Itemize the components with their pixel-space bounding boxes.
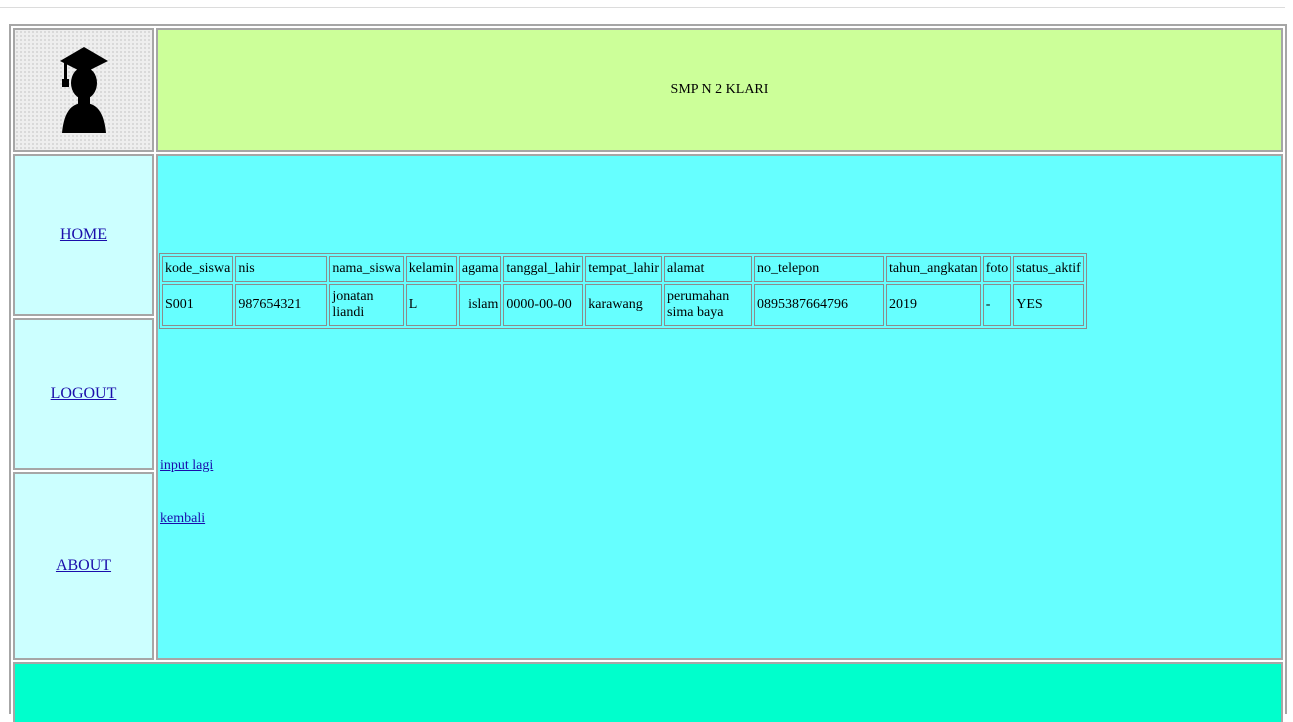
- nav-home-cell: HOME: [13, 154, 154, 316]
- column-header: kelamin: [405, 256, 457, 282]
- column-header: nama_siswa: [329, 256, 404, 282]
- column-header: tahun_angkatan: [886, 256, 981, 282]
- table-cell: 0000-00-00: [503, 284, 584, 326]
- column-header: foto: [982, 256, 1012, 282]
- table-cell: -: [982, 284, 1012, 326]
- school-title: SMP N 2 KLARI: [670, 82, 769, 97]
- nav-about-cell: ABOUT: [13, 472, 154, 660]
- table-cell: 987654321: [235, 284, 328, 326]
- home-link[interactable]: HOME: [60, 226, 107, 244]
- table-cell: L: [405, 284, 457, 326]
- about-link[interactable]: ABOUT: [56, 557, 111, 575]
- content-cell: kode_siswa nis nama_siswa kelamin agama …: [156, 154, 1283, 660]
- back-link[interactable]: kembali: [160, 511, 205, 527]
- column-header: nis: [235, 256, 328, 282]
- column-header: alamat: [664, 256, 753, 282]
- table-cell: YES: [1013, 284, 1084, 326]
- column-header: agama: [458, 256, 502, 282]
- column-header: tanggal_lahir: [503, 256, 584, 282]
- table-cell: karawang: [585, 284, 663, 326]
- column-header: status_aktif: [1013, 256, 1084, 282]
- page-layout-table: SMP N 2 KLARI HOME LOGOUT ABOUT kode_sis…: [9, 24, 1287, 722]
- table-cell: 2019: [886, 284, 981, 326]
- table-cell: S001: [162, 284, 234, 326]
- logout-link[interactable]: LOGOUT: [51, 385, 117, 403]
- column-header: no_telepon: [754, 256, 885, 282]
- input-again-link[interactable]: input lagi: [160, 458, 213, 474]
- header-cell: SMP N 2 KLARI: [156, 28, 1283, 152]
- table-header-row: kode_siswa nis nama_siswa kelamin agama …: [162, 256, 1084, 282]
- column-header: tempat_lahir: [585, 256, 663, 282]
- top-divider: [0, 7, 1285, 8]
- graduate-silhouette-icon: [59, 47, 108, 133]
- table-cell: perumahan sima baya: [664, 284, 753, 326]
- table-cell: jonatan liandi: [329, 284, 404, 326]
- logo-cell: [13, 28, 154, 152]
- table-cell: 0895387664796: [754, 284, 885, 326]
- nav-logout-cell: LOGOUT: [13, 318, 154, 470]
- footer-cell: [13, 662, 1283, 722]
- table-cell: islam: [458, 284, 502, 326]
- table-row: S001 987654321 jonatan liandi L islam 00…: [162, 284, 1084, 326]
- student-table: kode_siswa nis nama_siswa kelamin agama …: [159, 253, 1087, 329]
- column-header: kode_siswa: [162, 256, 234, 282]
